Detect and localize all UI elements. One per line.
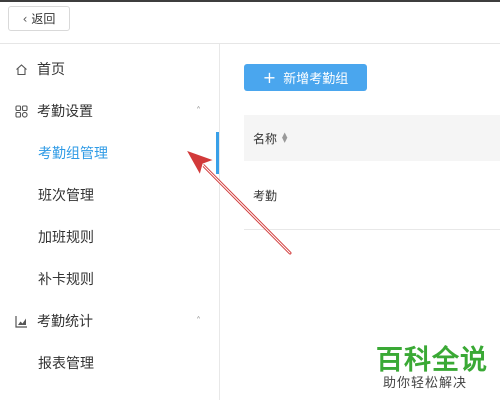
sidebar-item-attendance-stats[interactable]: 考勤统计 ˄: [0, 300, 219, 342]
sidebar-item-label: 报表管理: [38, 356, 94, 372]
sidebar-item-label: 考勤统计: [37, 314, 93, 330]
sidebar-item-label: 考勤设置: [37, 104, 93, 120]
sidebar-item-label: 考勤组管理: [38, 146, 108, 162]
watermark-subtitle: 助你轻松解决: [383, 376, 468, 391]
sidebar-item-shift[interactable]: 班次管理: [0, 174, 219, 216]
table-cell-name: 考勤: [253, 188, 278, 203]
chart-icon: [14, 314, 28, 328]
table-header: 名称 ▲ ▼: [244, 115, 500, 161]
sidebar: 首页 考勤设置 ˄ 考勤组管理 班次管理 加班规则 补卡规则 考勤统计 ˄ 报表…: [0, 44, 220, 400]
sidebar-item-attendance-group[interactable]: 考勤组管理: [0, 132, 219, 174]
table-row[interactable]: 考勤: [244, 161, 500, 230]
sidebar-item-attendance-settings[interactable]: 考勤设置 ˄: [0, 90, 219, 132]
chevron-left-icon: ‹: [22, 11, 28, 26]
home-icon: [14, 62, 28, 76]
add-button-label: 新增考勤组: [283, 72, 349, 87]
sidebar-item-punch-fix[interactable]: 补卡规则: [0, 258, 219, 300]
add-attendance-group-button[interactable]: + 新增考勤组: [244, 64, 367, 91]
window-edge: [0, 0, 500, 2]
sidebar-item-label: 加班规则: [38, 230, 94, 246]
settings-icon: [14, 104, 28, 118]
back-button-label: 返回: [31, 12, 56, 26]
sidebar-item-label: 首页: [37, 62, 65, 78]
sidebar-item-label: 补卡规则: [38, 272, 94, 288]
sidebar-item-home[interactable]: 首页: [0, 48, 219, 90]
back-button[interactable]: ‹ 返回: [8, 6, 70, 31]
sidebar-item-reports[interactable]: 报表管理: [0, 342, 219, 384]
top-bar: ‹ 返回: [0, 0, 500, 44]
plus-icon: +: [262, 67, 277, 87]
active-indicator: [216, 132, 219, 174]
watermark-logo: 百科全说 助你轻松解决: [372, 338, 496, 394]
sidebar-item-overtime[interactable]: 加班规则: [0, 216, 219, 258]
sort-icon[interactable]: ▲ ▼: [282, 132, 287, 144]
chevron-up-icon[interactable]: ˄: [196, 316, 201, 327]
column-header-name: 名称: [253, 131, 278, 146]
chevron-up-icon[interactable]: ˄: [196, 106, 201, 117]
sidebar-item-label: 班次管理: [38, 188, 94, 204]
